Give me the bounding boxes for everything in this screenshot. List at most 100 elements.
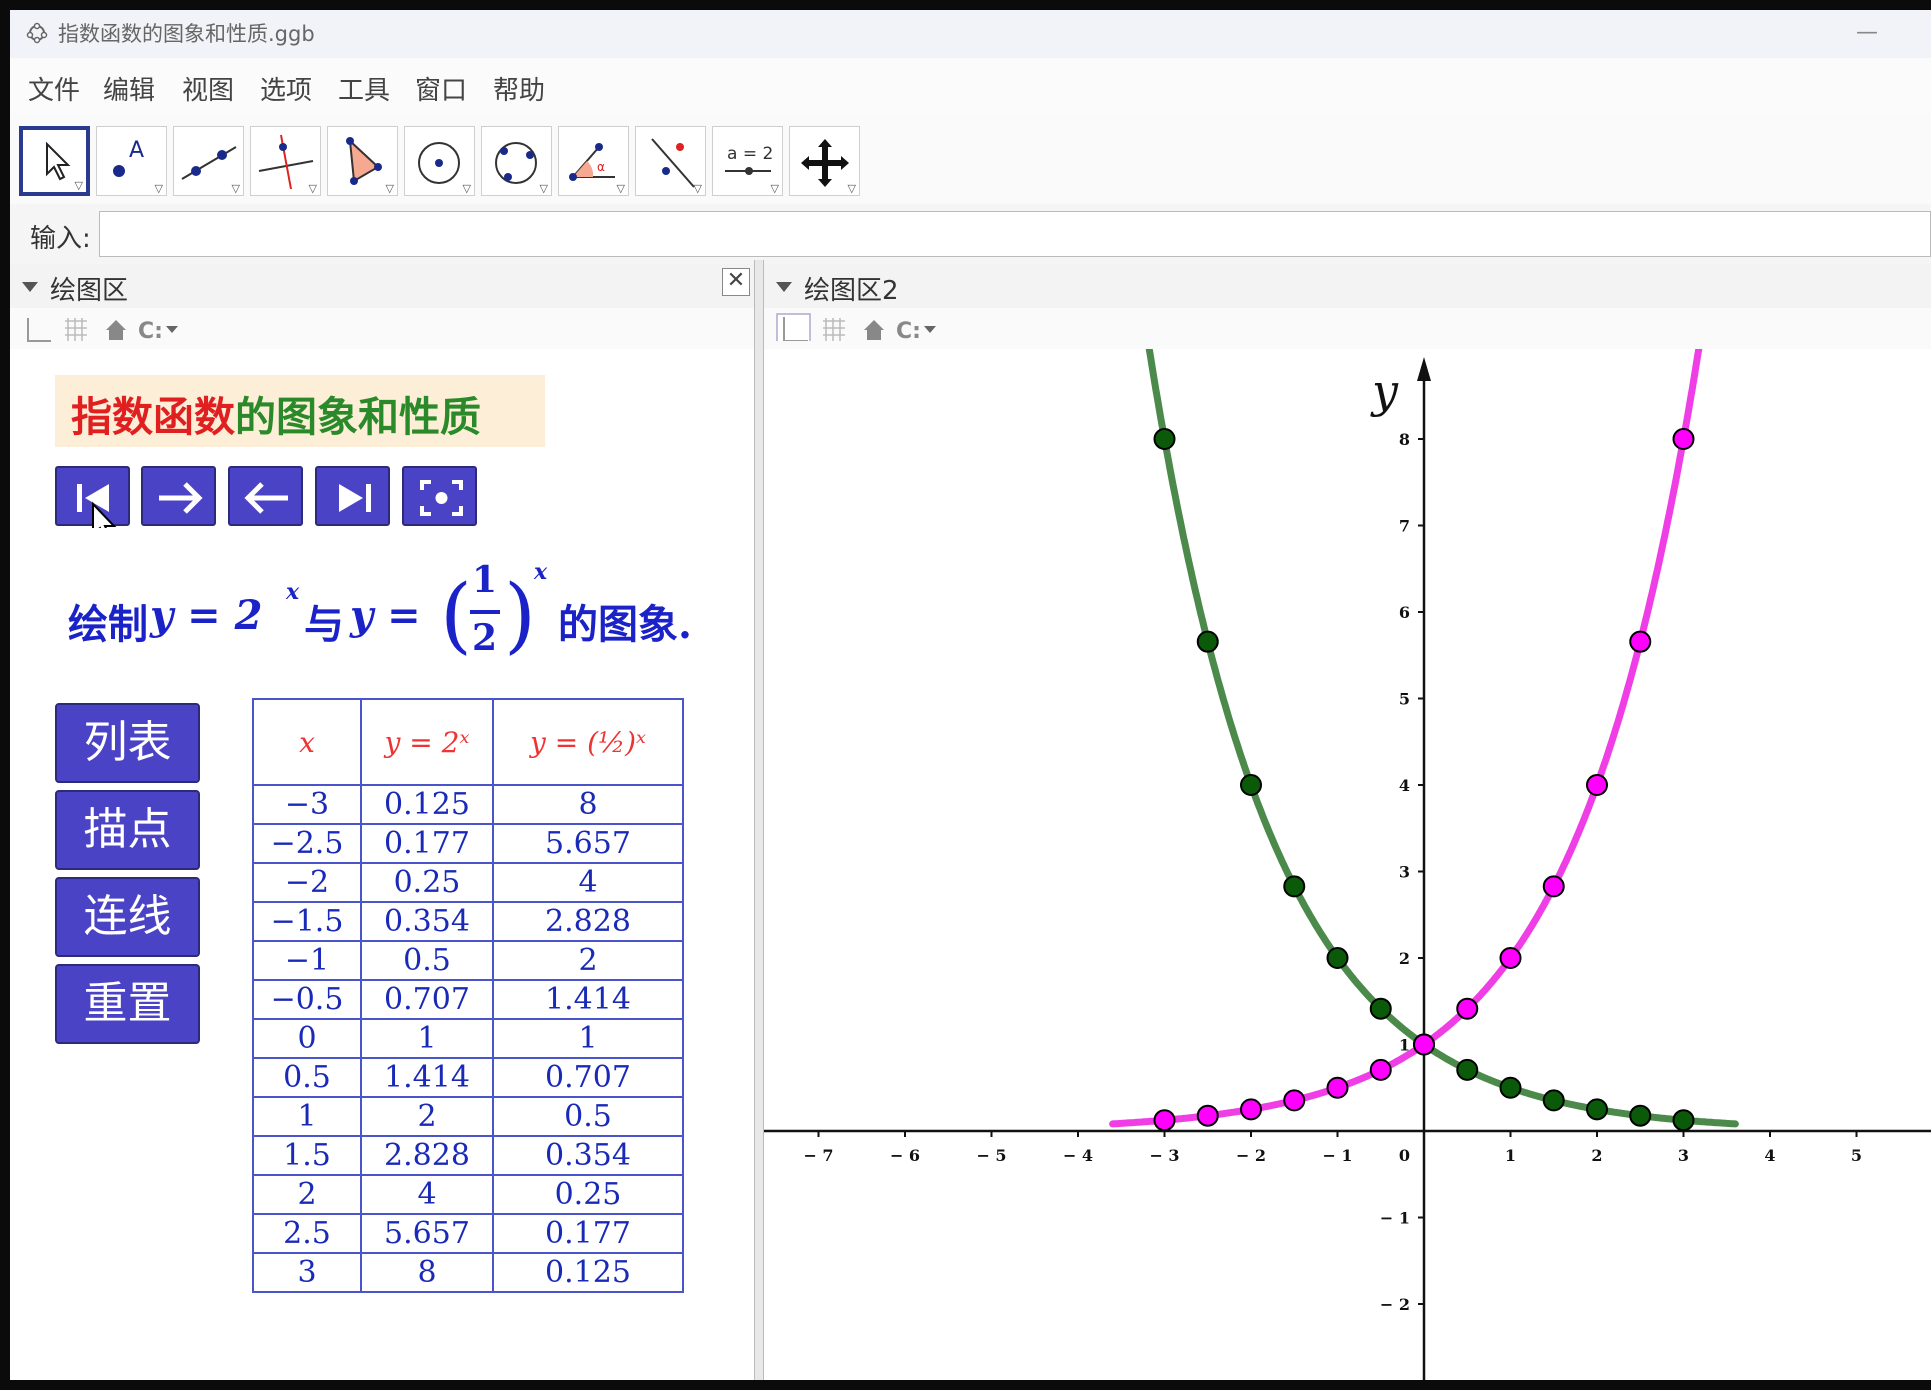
menu-options[interactable]: 选项 xyxy=(260,70,312,107)
circle-tool-button[interactable]: ▽ xyxy=(404,126,475,196)
table-header-2x: y = 2ˣ xyxy=(360,698,494,786)
two-power-point xyxy=(1586,774,1608,796)
table-cell: 0.125 xyxy=(360,784,494,825)
menu-view[interactable]: 视图 xyxy=(182,70,234,107)
home-icon[interactable] xyxy=(860,316,888,344)
formula-den: 2 xyxy=(472,617,498,659)
graphics1-title: 绘图区 xyxy=(50,276,129,306)
graphics2-header: 绘图区2 xyxy=(764,264,1931,309)
table-cell: 0.5 xyxy=(360,940,494,981)
table-row: 2.5 5.657 0.177 xyxy=(252,1213,684,1254)
two-power-point xyxy=(1672,428,1695,450)
grid-toggle-icon[interactable] xyxy=(820,316,848,344)
half-power-point xyxy=(1672,1109,1695,1132)
graphics2-canvas[interactable]: y − 7− 6− 5− 4− 3− 2− 1 1 2 3 4 5− 2− 11234567… xyxy=(764,349,1931,1380)
arrow-left-icon xyxy=(244,482,288,514)
angle-tool-button[interactable]: α ▽ xyxy=(558,126,629,196)
perpendicular-tool-button[interactable]: ▽ xyxy=(250,126,321,196)
two-power-point xyxy=(1413,1033,1435,1056)
menu-edit[interactable]: 编辑 xyxy=(103,70,155,107)
reset-button[interactable]: 重置 xyxy=(55,964,200,1044)
table-cell: 5.657 xyxy=(492,823,684,864)
x-tick-label: − 7 xyxy=(803,1146,833,1165)
two-power-point xyxy=(1456,997,1479,1020)
lesson-title-green: 的图象和性质 xyxy=(235,393,481,441)
y-tick-label: 7 xyxy=(1399,517,1410,536)
menu-bar: 文件 编辑 视图 选项 工具 窗口 帮助 xyxy=(10,58,1931,115)
axes-toggle-icon[interactable] xyxy=(24,316,52,344)
toolbar: ▽ A ▽ ▽ ▽ ▽ ▽ ▽ α ▽ ▽ a = 2 ▽ ▽ xyxy=(10,114,1931,205)
line-tool-button[interactable]: ▽ xyxy=(173,126,244,196)
table-cell: 0.5 xyxy=(492,1096,684,1137)
view-options-icon[interactable]: C: xyxy=(894,316,938,344)
collapse-arrow-icon[interactable] xyxy=(776,282,792,292)
table-row: 011 xyxy=(252,1018,684,1059)
table-row: −2.5 0.177 5.657 xyxy=(252,823,684,864)
table-row: −3 0.125 8 xyxy=(252,784,684,825)
table-cell: 0.125 xyxy=(492,1252,684,1293)
connect-button[interactable]: 连线 xyxy=(55,877,200,957)
slider-tool-button[interactable]: a = 2 ▽ xyxy=(712,126,783,196)
polygon-tool-button[interactable]: ▽ xyxy=(327,126,398,196)
x-tick-label: 5 xyxy=(1851,1146,1862,1165)
menu-help[interactable]: 帮助 xyxy=(493,70,545,107)
half-power-point xyxy=(1283,875,1306,898)
menu-file[interactable]: 文件 xyxy=(28,70,80,107)
menu-tools[interactable]: 工具 xyxy=(338,70,390,107)
last-step-button[interactable] xyxy=(315,466,390,526)
origin-label: 0 xyxy=(1399,1146,1410,1165)
view-options-icon[interactable]: C: xyxy=(136,316,180,344)
close-icon[interactable]: ✕ xyxy=(722,268,750,296)
y-tick-label: 8 xyxy=(1399,430,1410,449)
list-button[interactable]: 列表 xyxy=(55,703,200,783)
svg-text:α: α xyxy=(597,160,605,174)
axes-toggle-icon[interactable] xyxy=(776,313,812,341)
grid-toggle-icon[interactable] xyxy=(62,316,90,344)
table-cell: −1.5 xyxy=(252,901,362,942)
table-row: 1.5 2.828 0.354 xyxy=(252,1135,684,1176)
half-power-point xyxy=(1586,1098,1608,1121)
formula-prefix: 绘制 xyxy=(68,601,148,648)
x-tick-label: − 4 xyxy=(1063,1146,1093,1165)
graphics1-style-bar: C: xyxy=(10,308,754,351)
function-plot[interactable]: y− 7− 6− 5− 4− 3− 2− 1 1 2 3 4 5− 2− 11234567… xyxy=(764,349,1931,1380)
home-icon[interactable] xyxy=(102,316,130,344)
formula-num: 1 xyxy=(472,559,498,601)
skip-back-icon xyxy=(77,484,117,528)
table-cell: 0 xyxy=(252,1018,362,1059)
table-cell: 0.177 xyxy=(360,823,494,864)
first-step-button[interactable] xyxy=(55,466,130,528)
point-tool-button[interactable]: A ▽ xyxy=(96,126,167,196)
plot-points-button[interactable]: 描点 xyxy=(55,790,200,870)
table-cell: 0.354 xyxy=(492,1135,684,1176)
y-tick-label: 3 xyxy=(1399,863,1410,882)
two-power-point xyxy=(1153,1109,1176,1132)
formula-lparen: ( xyxy=(440,568,472,663)
value-table: x y = 2ˣ y = (½)ˣ −3 0.125 8 −2.5 0.177 5.657… xyxy=(252,698,684,1293)
minimize-button[interactable]: — xyxy=(1856,20,1878,45)
table-row: −2 0.25 4 xyxy=(252,862,684,903)
collapse-arrow-icon[interactable] xyxy=(22,282,38,292)
previous-step-button[interactable] xyxy=(228,466,303,526)
next-step-button[interactable] xyxy=(141,466,216,526)
menu-window[interactable]: 窗口 xyxy=(415,70,467,107)
table-cell: −2 xyxy=(252,862,362,903)
y-tick-label: − 2 xyxy=(1380,1295,1410,1314)
skip-forward-icon xyxy=(339,484,371,512)
input-field[interactable] xyxy=(99,211,1931,257)
conic-tool-button[interactable]: ▽ xyxy=(481,126,552,196)
input-bar: 输入: xyxy=(10,204,1931,265)
half-power-point xyxy=(1499,1076,1522,1099)
fullscreen-button[interactable] xyxy=(402,466,477,526)
lesson-title-red: 指数函数 xyxy=(71,393,235,441)
reflect-tool-button[interactable]: ▽ xyxy=(635,126,706,196)
move-view-tool-button[interactable]: ▽ xyxy=(789,126,860,196)
move-tool-button[interactable]: ▽ xyxy=(19,126,90,196)
panel-divider[interactable] xyxy=(754,260,764,1380)
formula-eq1: y = 2 xyxy=(150,592,263,639)
table-row: −0.5 0.707 1.414 xyxy=(252,979,684,1020)
table-cell: 2.828 xyxy=(492,901,684,942)
table-cell: 0.5 xyxy=(252,1057,362,1098)
formula-eq2: y = xyxy=(350,592,421,639)
table-cell: 2.5 xyxy=(252,1213,362,1254)
